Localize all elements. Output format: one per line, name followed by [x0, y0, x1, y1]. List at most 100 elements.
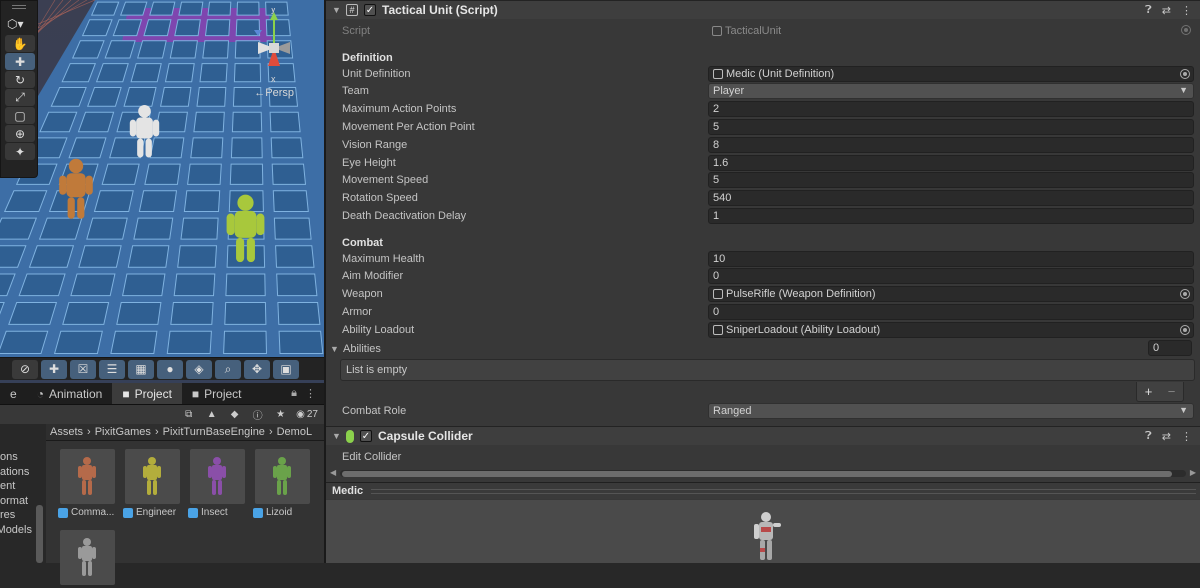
value-field[interactable]: 1.6: [708, 154, 1194, 171]
foldout-arrow-icon[interactable]: ▼: [332, 5, 341, 15]
tree-scrollbar[interactable]: [36, 505, 43, 563]
sliders-icon[interactable]: ☰: [99, 359, 125, 379]
transform-tool-icon[interactable]: ⊕: [5, 125, 35, 142]
preview-header[interactable]: Medic: [326, 482, 1200, 499]
abilities-size-field[interactable]: 0: [1148, 340, 1192, 356]
foldout-arrow-icon[interactable]: ▼: [332, 431, 341, 441]
value-field[interactable]: 5: [708, 118, 1194, 135]
camera-icon[interactable]: ▣: [273, 359, 299, 379]
move-tool-icon[interactable]: ✚: [5, 53, 35, 70]
help-icon[interactable]: ❓︎: [1145, 4, 1152, 17]
component-header-tactical-unit[interactable]: ▼ # ✓ Tactical Unit (Script) ❓︎ ⇄ ⋮: [326, 0, 1200, 19]
abilities-list-header[interactable]: ▼ Abilities 0: [330, 340, 1198, 357]
combat-role-dropdown[interactable]: Ranged ▼: [708, 402, 1194, 419]
overlay-grip-icon[interactable]: [1, 1, 37, 13]
preset-icon[interactable]: ⇄: [1162, 4, 1171, 17]
rect-tool-icon[interactable]: ▢: [5, 107, 35, 124]
move-icon[interactable]: ✚: [41, 359, 67, 379]
grid-tile: [130, 63, 162, 83]
breadcrumb-item[interactable]: PixitGames: [95, 426, 151, 438]
warning-icon[interactable]: ⓘ: [250, 408, 265, 422]
asset-label: Engineer: [136, 507, 177, 518]
lock-icon[interactable]: 🔒︎: [291, 387, 297, 400]
compass-icon[interactable]: ⊘: [12, 359, 38, 379]
tree-item[interactable]: ons: [0, 450, 44, 465]
component-enabled-checkbox[interactable]: ✓: [364, 4, 376, 16]
object-picker-icon[interactable]: [1180, 324, 1190, 335]
scrollbar-thumb[interactable]: [342, 471, 1172, 477]
value-field[interactable]: 10: [708, 250, 1194, 267]
more-options-icon[interactable]: ⋮: [305, 387, 316, 400]
object-field[interactable]: SniperLoadout (Ability Loadout): [708, 321, 1194, 338]
property-row: Maximum Health 10: [342, 250, 1198, 267]
grid-tile: [193, 111, 225, 133]
value-field[interactable]: 2: [708, 101, 1194, 118]
add-element-button[interactable]: +: [1145, 384, 1153, 399]
model-preview[interactable]: [326, 500, 1200, 563]
scroll-left-icon[interactable]: ◀: [330, 468, 336, 477]
breadcrumb-item[interactable]: PixitTurnBaseEngine: [163, 426, 265, 438]
asset-item[interactable]: Engineer: [123, 449, 183, 518]
search-icon[interactable]: ⌕: [215, 359, 241, 379]
object-picker-icon[interactable]: [1180, 68, 1190, 79]
preset-icon[interactable]: ⇄: [1162, 430, 1171, 443]
rotate-tool-icon[interactable]: ↻: [5, 71, 35, 88]
grid-tile: [224, 302, 267, 325]
tab-animation[interactable]: ◔ Animation: [27, 383, 113, 404]
move-icon[interactable]: ✥: [244, 359, 270, 379]
scroll-right-icon[interactable]: ▶: [1190, 468, 1196, 477]
scale-tool-icon[interactable]: ⤢: [5, 89, 35, 106]
value-field[interactable]: 0: [708, 268, 1194, 285]
orientation-gizmo[interactable]: y x: [244, 8, 304, 84]
remove-element-button[interactable]: −: [1168, 384, 1176, 399]
more-options-icon[interactable]: ⋮: [1181, 430, 1192, 443]
label-icon[interactable]: ◆: [227, 408, 242, 422]
value-field[interactable]: 8: [708, 136, 1194, 153]
add-asset-icon[interactable]: ⧉: [181, 408, 196, 422]
object-picker-icon[interactable]: [1180, 289, 1190, 300]
layers-icon[interactable]: ◈: [186, 359, 212, 379]
asset-item[interactable]: [58, 530, 118, 585]
edit-collider-label[interactable]: Edit Collider: [342, 451, 401, 463]
value-field[interactable]: 0: [708, 303, 1194, 320]
component-enabled-checkbox[interactable]: ✓: [360, 430, 372, 442]
breadcrumb-item[interactable]: DemoL: [277, 426, 312, 438]
dropdown-field[interactable]: Player ▼: [708, 83, 1194, 100]
filter-type-icon[interactable]: ▲: [204, 408, 219, 422]
value-field[interactable]: 540: [708, 190, 1194, 207]
component-header-capsule-collider[interactable]: ▼ ✓ Capsule Collider ❓︎ ⇄ ⋮: [326, 426, 1200, 445]
asset-item[interactable]: Insect: [188, 449, 248, 518]
value-field[interactable]: 5: [708, 172, 1194, 189]
grid-tile: [159, 87, 192, 107]
custom-tool-icon[interactable]: ✦: [5, 143, 35, 160]
horizontal-scrollbar[interactable]: ◀ ▶: [330, 468, 1196, 479]
view-options-dropdown[interactable]: ⬡▾: [5, 14, 35, 34]
asset-item[interactable]: Comma...: [58, 449, 118, 518]
scene-view[interactable]: ⬡▾ ✋ ✚ ↻ ⤢ ▢ ⊕ ✦ y x ←Persp ⊘ ✚ ☒ ☰ ▦ ● …: [0, 0, 324, 383]
drag-handle[interactable]: [371, 488, 1196, 494]
object-field[interactable]: PulseRifle (Weapon Definition): [708, 286, 1194, 303]
grid-tile: [86, 217, 128, 240]
tree-item[interactable]: ations: [0, 465, 44, 480]
eye-icon[interactable]: ◉ 27: [296, 408, 318, 422]
grid-icon[interactable]: ▦: [128, 359, 154, 379]
folder-icon: ■: [122, 386, 130, 401]
value-field[interactable]: 1: [708, 207, 1194, 224]
object-field[interactable]: Medic (Unit Definition): [708, 65, 1194, 82]
foldout-arrow-icon[interactable]: ▼: [330, 344, 339, 354]
more-options-icon[interactable]: ⋮: [1181, 4, 1192, 17]
crossed-icon[interactable]: ☒: [70, 359, 96, 379]
help-icon[interactable]: ❓︎: [1145, 430, 1152, 443]
projection-label[interactable]: ←Persp: [254, 87, 294, 99]
hand-tool-icon[interactable]: ✋: [5, 35, 35, 52]
tab-project-2[interactable]: ■ Project: [182, 383, 252, 404]
grid-tile: [144, 163, 181, 185]
tree-item[interactable]: ent: [0, 479, 44, 494]
tab-partial[interactable]: e: [0, 383, 27, 404]
breadcrumb-item[interactable]: Assets: [50, 426, 83, 438]
grid-tile: [225, 273, 266, 297]
tab-project[interactable]: ■ Project: [112, 383, 182, 404]
sphere-icon[interactable]: ●: [157, 359, 183, 379]
asset-item[interactable]: Lizoid: [253, 449, 313, 518]
star-icon[interactable]: ★: [273, 408, 288, 422]
